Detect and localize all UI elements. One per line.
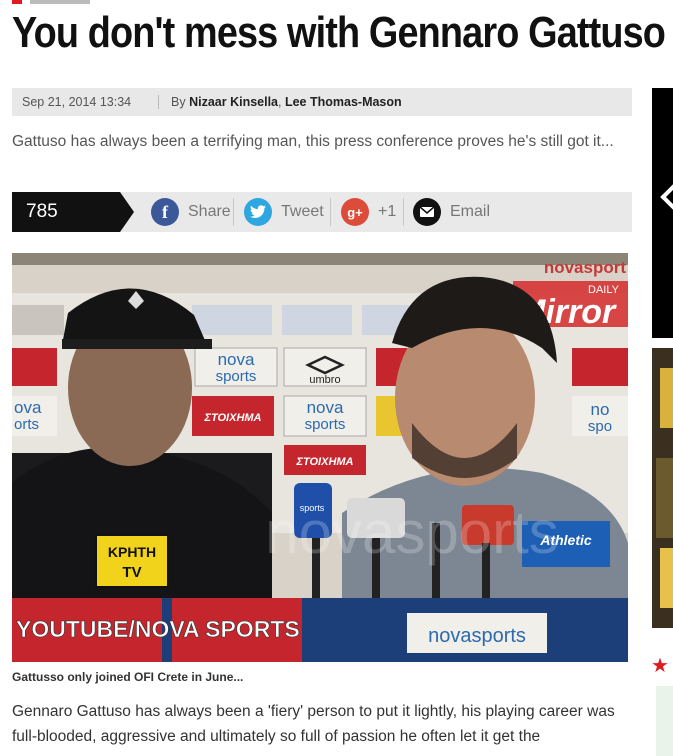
- image-credit: YOUTUBE/NOVA SPORTS: [16, 616, 300, 642]
- board-sports-text: sports: [216, 368, 257, 385]
- image-caption: Gattusso only joined OFI Crete in June..…: [12, 670, 244, 684]
- board-umbro-text: umbro: [309, 374, 340, 386]
- email-icon: [413, 198, 441, 226]
- google-plus-icon: g+: [341, 198, 369, 226]
- gplus-share-label: +1: [378, 203, 397, 220]
- novasports-watermark: novasports: [265, 499, 559, 566]
- svg-text:ova: ova: [14, 398, 42, 417]
- svg-text:nova: nova: [307, 398, 344, 417]
- twitter-icon: [244, 198, 272, 226]
- svg-text:sports: sports: [305, 416, 346, 433]
- meta-divider: [158, 95, 159, 109]
- author-link-2[interactable]: Lee Thomas-Mason: [285, 95, 402, 109]
- board-nova-text: nova: [218, 350, 255, 369]
- tv-logo-line1: ΚΡΗΤΗ: [108, 544, 156, 560]
- novasport-watermark: novasport: [544, 258, 627, 277]
- publish-date: Sep 21, 2014 13:34: [22, 95, 132, 109]
- byline: By Nizaar Kinsella, Lee Thomas-Mason: [171, 95, 402, 109]
- svg-text:ΣΤΟΙΧΗΜΑ: ΣΤΟΙΧΗΜΑ: [295, 456, 353, 468]
- article-title: You don't mess with Gennaro Gattuso: [12, 8, 666, 57]
- share-divider: [403, 198, 404, 226]
- board-stoixima-text: ΣΤΟΙΧΗΜΑ: [203, 412, 261, 424]
- twitter-share-label: Tweet: [281, 203, 324, 220]
- novasports-front-text: novasports: [428, 625, 526, 647]
- gplus-share-button[interactable]: g+ +1: [341, 198, 396, 226]
- standfirst: Gattuso has always been a terrifying man…: [12, 133, 614, 150]
- article-body: Gennaro Gattuso has always been a 'fiery…: [12, 703, 615, 745]
- byline-prefix: By: [171, 95, 186, 109]
- share-count-arrow: [120, 192, 134, 232]
- sidebar-ad-3[interactable]: [656, 686, 673, 756]
- email-share-label: Email: [450, 203, 491, 220]
- svg-text:no: no: [591, 400, 610, 419]
- svg-text:orts: orts: [14, 416, 39, 433]
- article-meta: Sep 21, 2014 13:34 By Nizaar Kinsella, L…: [12, 88, 632, 116]
- article-image[interactable]: nova sports umbro ova orts ΣΤΟΙΧΗΜΑ nova…: [12, 253, 628, 662]
- twitter-share-button[interactable]: Tweet: [244, 198, 324, 226]
- chevron-left-icon: [660, 184, 673, 210]
- email-share-button[interactable]: Email: [413, 198, 490, 226]
- share-divider: [330, 198, 331, 226]
- facebook-share-button[interactable]: f Share: [151, 198, 231, 226]
- tv-logo-line2: TV: [122, 564, 141, 581]
- svg-text:spo: spo: [588, 418, 612, 435]
- author-link-1[interactable]: Nizaar Kinsella: [189, 95, 278, 109]
- share-bar: 785 Shares f Share Tweet g+ +1 Email: [12, 192, 632, 262]
- facebook-icon: f: [151, 198, 179, 226]
- facebook-share-label: Share: [188, 203, 231, 220]
- share-divider: [233, 198, 234, 226]
- sidebar-ad-1[interactable]: [652, 88, 673, 338]
- share-count: 785 Shares: [12, 192, 120, 262]
- star-icon: ★: [651, 655, 669, 677]
- sidebar-ad-2[interactable]: [652, 348, 673, 628]
